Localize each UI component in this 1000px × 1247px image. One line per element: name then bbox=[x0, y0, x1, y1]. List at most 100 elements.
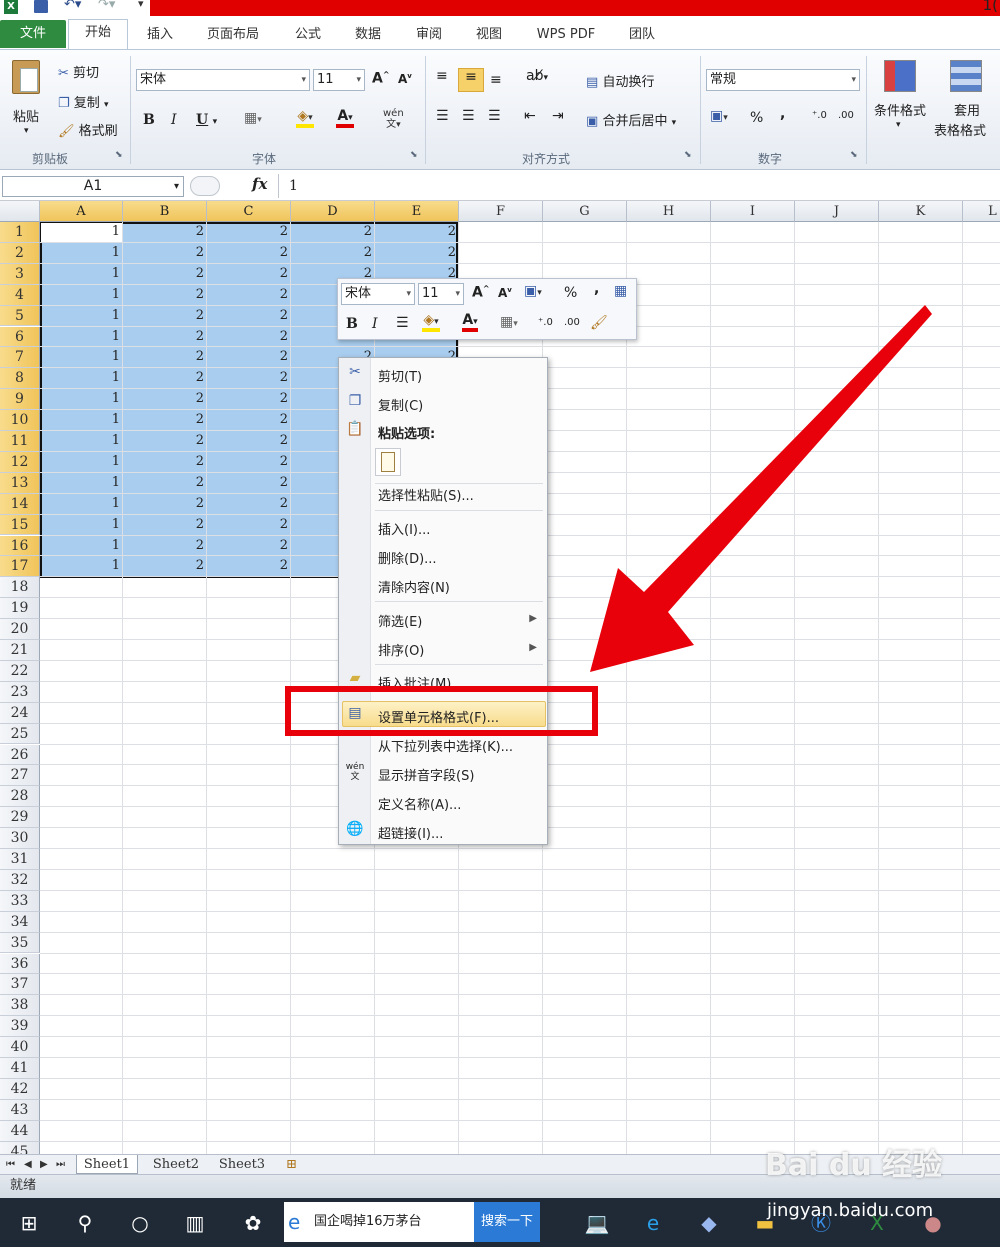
column-header-f[interactable]: F bbox=[459, 201, 543, 222]
tab-formulas[interactable]: 公式 bbox=[282, 22, 334, 48]
column-header-k[interactable]: K bbox=[879, 201, 963, 222]
cell-A1[interactable]: 1 bbox=[40, 222, 123, 243]
column-header-h[interactable]: H bbox=[627, 201, 711, 222]
cell-B11[interactable]: 2 bbox=[123, 431, 207, 452]
column-header-g[interactable]: G bbox=[543, 201, 627, 222]
column-header-l[interactable]: L bbox=[963, 201, 1000, 222]
app-icon[interactable]: ✿ bbox=[238, 1208, 268, 1238]
menu-item-show-phonetic[interactable]: 显示拼音字段(S) bbox=[378, 765, 474, 784]
cell-A7[interactable]: 1 bbox=[40, 347, 123, 368]
decrease-decimal-icon[interactable]: .00 bbox=[564, 317, 580, 328]
row-header[interactable]: 19 bbox=[0, 598, 40, 620]
font-name-select[interactable]: 宋体 ▾ bbox=[136, 69, 310, 91]
edge-icon[interactable]: e bbox=[638, 1208, 668, 1238]
row-header[interactable]: 38 bbox=[0, 995, 40, 1017]
cell-B16[interactable]: 2 bbox=[123, 536, 207, 557]
sheet-tab-sheet3[interactable]: Sheet3 bbox=[212, 1155, 272, 1174]
row-header[interactable]: 3 bbox=[0, 263, 40, 285]
cell-B4[interactable]: 2 bbox=[123, 285, 207, 306]
prev-sheet-icon[interactable]: ◀ bbox=[24, 1155, 32, 1174]
cell-E2[interactable]: 2 bbox=[375, 243, 459, 264]
mini-size-select[interactable]: 11 ▾ bbox=[418, 283, 464, 305]
cell-C12[interactable]: 2 bbox=[207, 452, 291, 473]
comma-button[interactable]: , bbox=[780, 106, 785, 122]
menu-item-insert[interactable]: 插入(I)... bbox=[378, 519, 430, 538]
column-header-e[interactable]: E bbox=[375, 201, 459, 222]
windows-start-icon[interactable]: ⊞ bbox=[14, 1208, 44, 1238]
percent-button[interactable]: % bbox=[750, 110, 763, 126]
cell-B13[interactable]: 2 bbox=[123, 473, 207, 494]
cell-C8[interactable]: 2 bbox=[207, 368, 291, 389]
row-header[interactable]: 6 bbox=[0, 326, 40, 348]
cell-C4[interactable]: 2 bbox=[207, 285, 291, 306]
app-icon[interactable]: ◆ bbox=[694, 1208, 724, 1238]
row-header[interactable]: 24 bbox=[0, 702, 40, 724]
font-launcher-icon[interactable]: ⬊ bbox=[410, 150, 418, 160]
row-header[interactable]: 45 bbox=[0, 1141, 40, 1154]
cell-A8[interactable]: 1 bbox=[40, 368, 123, 389]
tab-file[interactable]: 文件 bbox=[0, 20, 66, 48]
cell-B5[interactable]: 2 bbox=[123, 306, 207, 327]
mini-italic-button[interactable]: I bbox=[372, 316, 378, 332]
font-color-icon[interactable]: A▾ bbox=[336, 108, 354, 128]
copy-button[interactable]: ❐ 复制 ▾ bbox=[58, 92, 108, 111]
row-header[interactable]: 5 bbox=[0, 305, 40, 327]
cell-B8[interactable]: 2 bbox=[123, 368, 207, 389]
menu-item-cut[interactable]: 剪切(T) bbox=[378, 366, 422, 385]
insert-function-icon[interactable]: fx bbox=[252, 175, 267, 193]
formula-input[interactable]: 1 bbox=[278, 174, 1000, 198]
row-header[interactable]: 41 bbox=[0, 1058, 40, 1079]
borders-icon[interactable]: ▦▾ bbox=[500, 314, 518, 330]
align-left-icon[interactable]: ☰ bbox=[436, 108, 449, 124]
select-all-corner[interactable] bbox=[0, 201, 40, 222]
format-painter-button[interactable]: 🖌 格式刷 bbox=[58, 120, 118, 139]
cell-A12[interactable]: 1 bbox=[40, 452, 123, 473]
merge-center-button[interactable]: ▣ 合并后居中 ▾ bbox=[586, 110, 676, 129]
row-header[interactable]: 14 bbox=[0, 493, 40, 515]
column-header-a[interactable]: A bbox=[40, 201, 123, 222]
grow-font-icon[interactable]: A^ bbox=[472, 284, 490, 301]
mini-comma-button[interactable]: , bbox=[594, 281, 599, 297]
row-header[interactable]: 20 bbox=[0, 619, 40, 640]
wrap-text-button[interactable]: ▤ 自动换行 bbox=[586, 71, 654, 90]
clipboard-launcher-icon[interactable]: ⬊ bbox=[115, 150, 123, 160]
fill-color-icon[interactable]: ◈▾ bbox=[296, 108, 314, 128]
align-middle-icon[interactable]: ≡ bbox=[458, 68, 484, 92]
cell-B1[interactable]: 2 bbox=[123, 222, 207, 243]
cell-C6[interactable]: 2 bbox=[207, 327, 291, 348]
align-center-icon[interactable]: ☰ bbox=[462, 108, 475, 124]
cell-E1[interactable]: 2 bbox=[375, 222, 459, 243]
search-icon[interactable]: ⚲ bbox=[70, 1208, 100, 1238]
row-header[interactable]: 36 bbox=[0, 953, 40, 975]
row-header[interactable]: 9 bbox=[0, 389, 40, 411]
row-header[interactable]: 15 bbox=[0, 514, 40, 536]
cell-B2[interactable]: 2 bbox=[123, 243, 207, 264]
cut-button[interactable]: ✂ 剪切 bbox=[58, 62, 99, 81]
row-header[interactable]: 18 bbox=[0, 577, 40, 599]
cell-C15[interactable]: 2 bbox=[207, 515, 291, 536]
tab-data[interactable]: 数据 bbox=[342, 22, 394, 48]
row-header[interactable]: 43 bbox=[0, 1099, 40, 1121]
row-header[interactable]: 2 bbox=[0, 242, 40, 264]
column-header-c[interactable]: C bbox=[207, 201, 291, 222]
mini-font-select[interactable]: 宋体 ▾ bbox=[341, 283, 415, 305]
first-sheet-icon[interactable]: ⏮ bbox=[6, 1155, 15, 1174]
row-header[interactable]: 12 bbox=[0, 451, 40, 473]
cell-A16[interactable]: 1 bbox=[40, 536, 123, 557]
column-header-i[interactable]: I bbox=[711, 201, 795, 222]
menu-item-hyperlink[interactable]: 超链接(I)... bbox=[378, 823, 443, 842]
new-sheet-icon[interactable]: ⊞ bbox=[286, 1155, 297, 1174]
shrink-font-icon[interactable]: Av bbox=[498, 286, 512, 300]
computer-icon[interactable]: 💻 bbox=[582, 1208, 612, 1238]
redo-icon[interactable]: ↷▾ bbox=[98, 0, 115, 12]
align-top-icon[interactable]: ≡ bbox=[436, 68, 448, 84]
merge-icon[interactable]: ▦ bbox=[614, 283, 627, 299]
menu-item-define-name[interactable]: 定义名称(A)... bbox=[378, 794, 461, 813]
task-view-icon[interactable]: ▥ bbox=[180, 1208, 210, 1238]
cell-B12[interactable]: 2 bbox=[123, 452, 207, 473]
row-header[interactable]: 22 bbox=[0, 660, 40, 682]
column-header-b[interactable]: B bbox=[123, 201, 207, 222]
mini-bold-button[interactable]: B bbox=[346, 316, 358, 332]
cell-A5[interactable]: 1 bbox=[40, 306, 123, 327]
row-header[interactable]: 34 bbox=[0, 911, 40, 933]
